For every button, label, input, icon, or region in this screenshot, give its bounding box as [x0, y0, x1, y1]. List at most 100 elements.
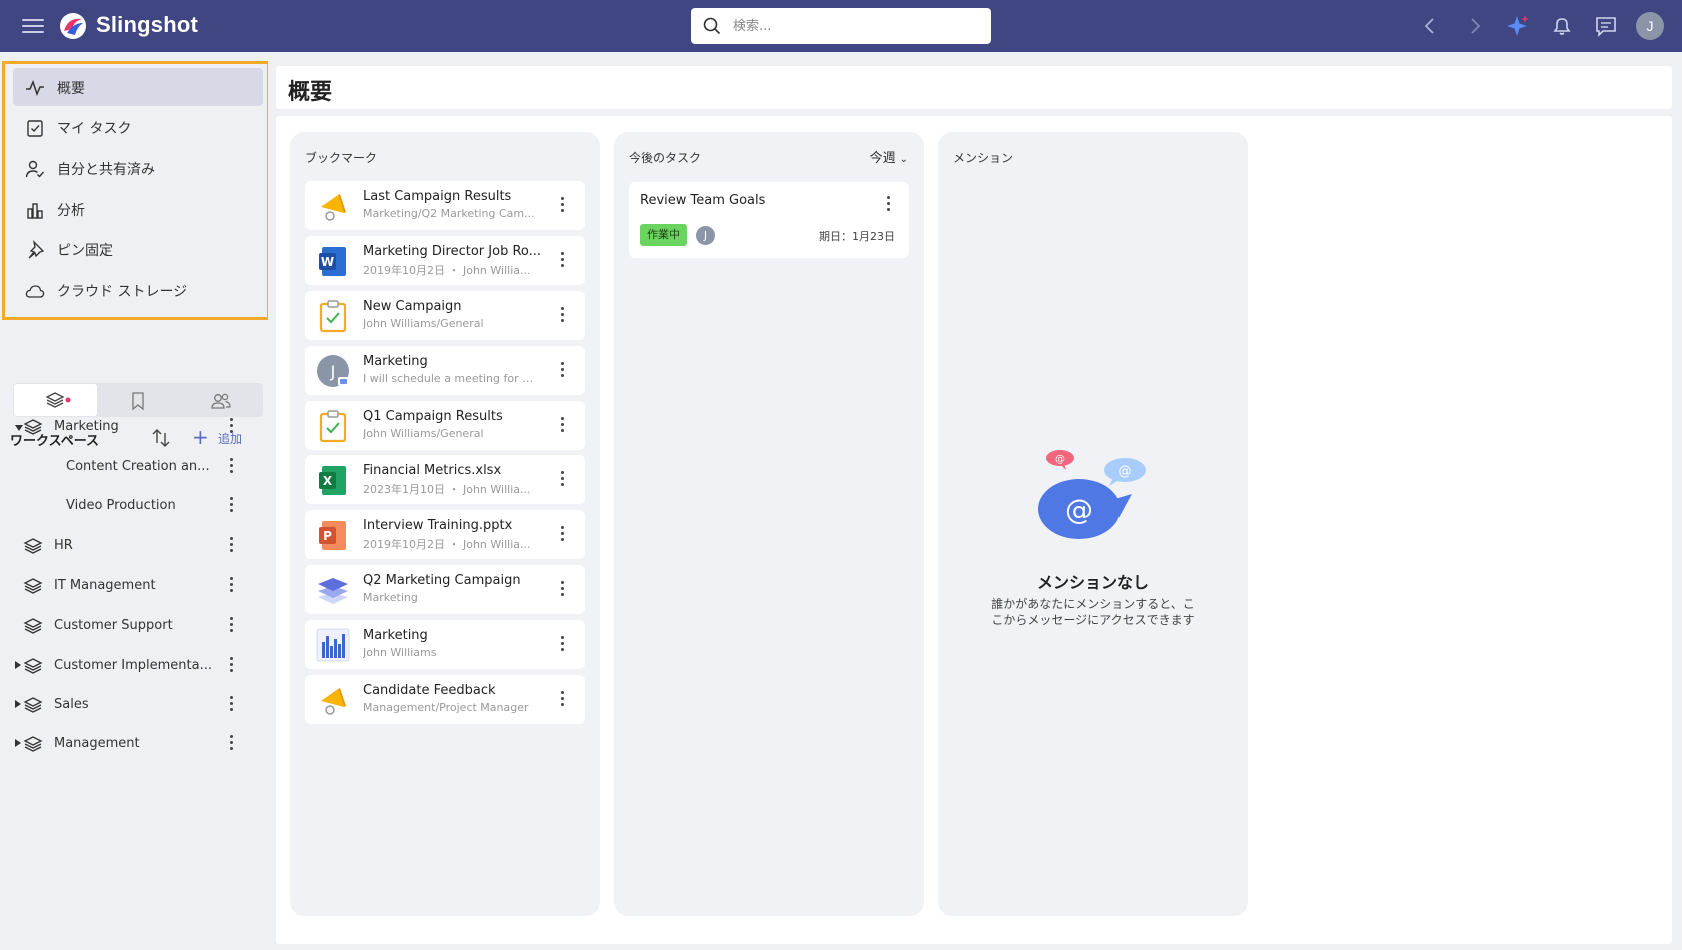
more-options-icon[interactable]: [226, 577, 238, 595]
svg-text:@: @: [1119, 464, 1132, 479]
week-filter-label: 今週: [869, 151, 896, 166]
powerpoint-file-icon: P: [316, 518, 350, 552]
more-options-icon[interactable]: [557, 417, 569, 435]
workspace-label: Marketing: [54, 419, 119, 434]
main-area: 概要 ブックマーク Last Campaign Results Marketing…: [268, 52, 1682, 950]
upcoming-tasks-panel: 今後のタスク 今週 ⌄ Review Team Goals 作業中 J 期日：1月…: [614, 132, 924, 916]
more-options-icon[interactable]: [226, 497, 238, 515]
task-card[interactable]: Review Team Goals 作業中 J 期日：1月23日: [629, 182, 909, 258]
more-options-icon[interactable]: [226, 735, 238, 753]
workspace-label: Customer Implementa...: [54, 658, 212, 673]
clipboard-task-icon: [316, 409, 350, 443]
bookmark-card[interactable]: P Interview Training.pptx 2019年10月2日 ・ Joh…: [305, 510, 585, 559]
nav-item-pinned[interactable]: ピン固定: [13, 230, 263, 268]
more-options-icon[interactable]: [557, 197, 569, 215]
more-options-icon[interactable]: [226, 696, 238, 714]
bookmark-name: Interview Training.pptx: [363, 518, 513, 533]
nav-item-cloud-storage[interactable]: クラウド ストレージ: [13, 271, 263, 309]
workspace-layers-icon: [23, 418, 43, 438]
workspace-label: HR: [54, 538, 73, 553]
bookmark-subtitle: 2019年10月2日 ・ John Willia...: [363, 264, 531, 277]
bookmark-card[interactable]: Last Campaign Results Marketing/Q2 Market…: [305, 181, 585, 230]
bookmark-card[interactable]: J Marketing I will schedule a meeting for …: [305, 346, 585, 395]
bookmark-card[interactable]: Marketing John Williams: [305, 620, 585, 669]
more-options-icon[interactable]: [883, 196, 895, 214]
menu-icon[interactable]: [22, 15, 44, 35]
bookmark-subtitle: 2019年10月2日 ・ John Willia...: [363, 538, 531, 551]
pin-icon: [28, 240, 45, 259]
svg-text:W: W: [321, 255, 334, 269]
more-options-icon[interactable]: [557, 691, 569, 709]
dashboard-chart-icon: [316, 628, 350, 662]
search-box[interactable]: [691, 8, 991, 44]
notification-bell-icon[interactable]: [1549, 13, 1575, 39]
bookmark-name: Q2 Marketing Campaign: [363, 573, 521, 588]
more-options-icon[interactable]: [557, 581, 569, 599]
ai-sparkle-icon[interactable]: [1505, 13, 1531, 39]
activity-icon: [26, 79, 44, 97]
workspace-item[interactable]: HR: [0, 527, 250, 565]
more-options-icon[interactable]: [557, 471, 569, 489]
workspace-item[interactable]: IT Management: [0, 567, 250, 605]
more-options-icon[interactable]: [226, 458, 238, 476]
workspace-label: IT Management: [54, 578, 156, 593]
user-avatar[interactable]: J: [1636, 12, 1664, 40]
bookmark-card[interactable]: New Campaign John Williams/General: [305, 291, 585, 340]
megaphone-icon: [316, 683, 350, 717]
more-options-icon[interactable]: [226, 537, 238, 555]
collapse-caret-icon[interactable]: [15, 661, 21, 669]
sidebar: 概要 マイ タスク 自分と共有済み 分析 ピン固定 クラウド ストレージ ワーク…: [0, 52, 270, 950]
workspace-item[interactable]: Sales: [0, 686, 250, 724]
workspace-child-item[interactable]: Content Creation an...: [0, 448, 250, 486]
workspace-item[interactable]: Marketing: [0, 408, 250, 446]
svg-text:@: @: [1055, 454, 1065, 465]
workspace-label: Management: [54, 736, 140, 751]
bookmark-card[interactable]: Q1 Campaign Results John Williams/General: [305, 401, 585, 450]
expand-caret-icon[interactable]: [15, 425, 23, 431]
bookmark-card[interactable]: Q2 Marketing Campaign Marketing: [305, 565, 585, 614]
more-options-icon[interactable]: [226, 617, 238, 635]
upcoming-tasks-title: 今後のタスク: [629, 151, 702, 165]
megaphone-icon: [316, 189, 350, 223]
more-options-icon[interactable]: [557, 252, 569, 270]
more-options-icon[interactable]: [557, 362, 569, 380]
bookmark-subtitle: Management/Project Manager: [363, 701, 529, 714]
more-options-icon[interactable]: [226, 418, 238, 436]
nav-item-label: マイ タスク: [57, 121, 132, 137]
nav-item-overview[interactable]: 概要: [13, 68, 263, 106]
workspace-layers-icon: [23, 577, 43, 597]
chat-icon[interactable]: [1593, 13, 1619, 39]
bookmark-name: Candidate Feedback: [363, 683, 496, 698]
workspace-item[interactable]: Management: [0, 725, 250, 763]
more-options-icon[interactable]: [557, 307, 569, 325]
bookmark-subtitle: Marketing: [363, 591, 418, 604]
week-filter-dropdown[interactable]: 今週 ⌄: [870, 147, 908, 166]
nav-item-label: クラウド ストレージ: [57, 284, 188, 300]
mentions-title: メンション: [953, 151, 1014, 165]
collapse-caret-icon[interactable]: [15, 739, 21, 747]
nav-item-analytics[interactable]: 分析: [13, 190, 263, 228]
bookmark-subtitle: John Williams/General: [363, 317, 484, 330]
user-check-icon: [25, 160, 45, 178]
more-options-icon[interactable]: [557, 636, 569, 654]
clipboard-task-icon: [316, 299, 350, 333]
bookmark-name: Last Campaign Results: [363, 189, 512, 204]
bookmark-card[interactable]: W Marketing Director Job Ro... 2019年10月2日 …: [305, 236, 585, 285]
workspace-item[interactable]: Customer Support: [0, 607, 250, 645]
nav-item-my-tasks[interactable]: マイ タスク: [13, 108, 263, 146]
more-options-icon[interactable]: [557, 526, 569, 544]
workspace-layers-icon: [23, 735, 43, 755]
workspace-item[interactable]: Customer Implementa...: [0, 647, 250, 685]
svg-text:P: P: [323, 529, 332, 543]
bookmark-card[interactable]: X Financial Metrics.xlsx 2023年1月10日 ・ John…: [305, 455, 585, 504]
collapse-caret-icon[interactable]: [15, 700, 21, 708]
back-arrow-icon[interactable]: [1417, 13, 1443, 39]
workspace-child-item[interactable]: Video Production: [0, 487, 250, 525]
forward-arrow-icon[interactable]: [1462, 13, 1488, 39]
nav-item-shared-with-me[interactable]: 自分と共有済み: [13, 149, 263, 187]
search-input[interactable]: [733, 16, 973, 36]
workspace-layers-icon: [316, 573, 350, 607]
chevron-down-icon: ⌄: [899, 154, 908, 165]
more-options-icon[interactable]: [226, 657, 238, 675]
bookmark-card[interactable]: Candidate Feedback Management/Project Man…: [305, 675, 585, 724]
